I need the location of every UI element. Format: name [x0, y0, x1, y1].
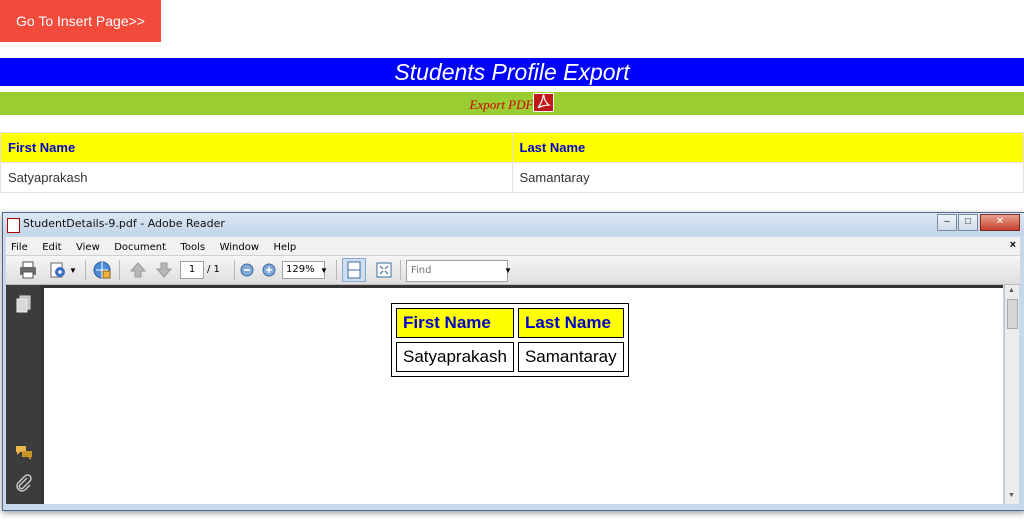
pdf-students-table: First Name Last Name Satyaprakash Samant… — [391, 303, 629, 377]
page-number-input[interactable]: 1 — [180, 261, 204, 279]
vertical-scrollbar[interactable]: ▲ ▼ — [1004, 285, 1019, 504]
grid-cell-first-name: Satyaprakash — [0, 162, 513, 193]
toolbar-divider — [400, 260, 401, 280]
previous-page-icon[interactable] — [128, 260, 148, 280]
find-input[interactable] — [406, 260, 508, 282]
pdf-icon — [533, 93, 555, 112]
scrolling-mode-icon[interactable] — [342, 258, 366, 282]
close-document-button[interactable]: × — [1010, 239, 1016, 251]
export-bar: Export PDF — [0, 92, 1024, 115]
toolbar-divider — [336, 260, 337, 280]
share-document-icon[interactable] — [48, 260, 68, 280]
menu-window[interactable]: Window — [215, 239, 264, 253]
navigation-panel — [6, 285, 41, 504]
toolbar-divider — [119, 260, 120, 280]
toolbar-divider — [234, 260, 235, 280]
fit-page-icon[interactable] — [374, 260, 394, 280]
students-grid: First Name Last Name Satyaprakash Samant… — [0, 132, 1024, 193]
scroll-up-icon[interactable]: ▲ — [1008, 287, 1015, 294]
reader-menu-bar: File Edit View Document Tools Window Hel… — [6, 237, 1020, 256]
menu-edit[interactable]: Edit — [37, 239, 66, 253]
pdf-file-icon — [7, 218, 20, 233]
zoom-dropdown-chevron-icon[interactable]: ▼ — [320, 266, 328, 286]
comments-icon[interactable] — [14, 442, 34, 462]
find-dropdown-chevron-icon[interactable]: ▼ — [504, 266, 512, 286]
table-row: Satyaprakash Samantaray — [396, 342, 624, 372]
pdf-header-first-name: First Name — [396, 308, 514, 338]
grid-header-last-name: Last Name — [511, 132, 1024, 163]
print-icon[interactable] — [18, 260, 38, 280]
grid-header-row: First Name Last Name — [0, 132, 1024, 163]
pdf-header-row: First Name Last Name — [396, 308, 624, 338]
grid-cell-last-name: Samantaray — [511, 162, 1024, 193]
scrollbar-thumb[interactable] — [1007, 299, 1018, 329]
toolbar-divider — [85, 260, 86, 280]
page-total: / 1 — [207, 264, 220, 275]
attachments-icon[interactable] — [14, 473, 34, 493]
menu-view[interactable]: View — [71, 239, 105, 253]
maximize-button[interactable]: □ — [958, 214, 978, 231]
next-page-icon[interactable] — [154, 260, 174, 280]
menu-file[interactable]: File — [6, 239, 33, 253]
reader-window-title: StudentDetails-9.pdf - Adobe Reader — [23, 217, 225, 230]
export-pdf-label: Export PDF — [469, 97, 534, 112]
zoom-in-icon[interactable] — [262, 263, 276, 277]
grid-header-first-name: First Name — [0, 132, 513, 163]
pdf-cell-last-name: Samantaray — [517, 342, 624, 372]
menu-tools[interactable]: Tools — [175, 239, 210, 253]
reader-title-bar: StudentDetails-9.pdf - Adobe Reader – □ … — [3, 213, 1024, 235]
scroll-down-icon[interactable]: ▼ — [1008, 492, 1015, 499]
adobe-reader-window: StudentDetails-9.pdf - Adobe Reader – □ … — [2, 212, 1024, 511]
export-pdf-link[interactable]: Export PDF — [469, 93, 555, 112]
zoom-level-input[interactable]: 129% — [282, 261, 325, 279]
collaborate-icon[interactable] — [92, 260, 112, 280]
table-row: Satyaprakash Samantaray — [0, 162, 1024, 193]
pdf-cell-first-name: Satyaprakash — [396, 342, 514, 372]
close-window-button[interactable]: ✕ — [980, 214, 1020, 231]
pdf-header-last-name: Last Name — [517, 308, 624, 338]
zoom-out-icon[interactable] — [240, 263, 254, 277]
page-title-bar: Students Profile Export — [0, 58, 1024, 86]
page-title: Students Profile Export — [394, 59, 630, 85]
share-dropdown-chevron-icon[interactable]: ▼ — [69, 266, 77, 286]
document-view: First Name Last Name Satyaprakash Samant… — [41, 285, 1003, 504]
menu-help[interactable]: Help — [268, 239, 301, 253]
minimize-button[interactable]: – — [937, 214, 957, 231]
menu-document[interactable]: Document — [109, 239, 171, 253]
pages-icon[interactable] — [14, 294, 34, 314]
reader-toolbar: ▼ 1 / 1 129% ▼ ▼ — [6, 256, 1020, 285]
go-to-insert-page-button[interactable]: Go To Insert Page>> — [0, 0, 161, 42]
